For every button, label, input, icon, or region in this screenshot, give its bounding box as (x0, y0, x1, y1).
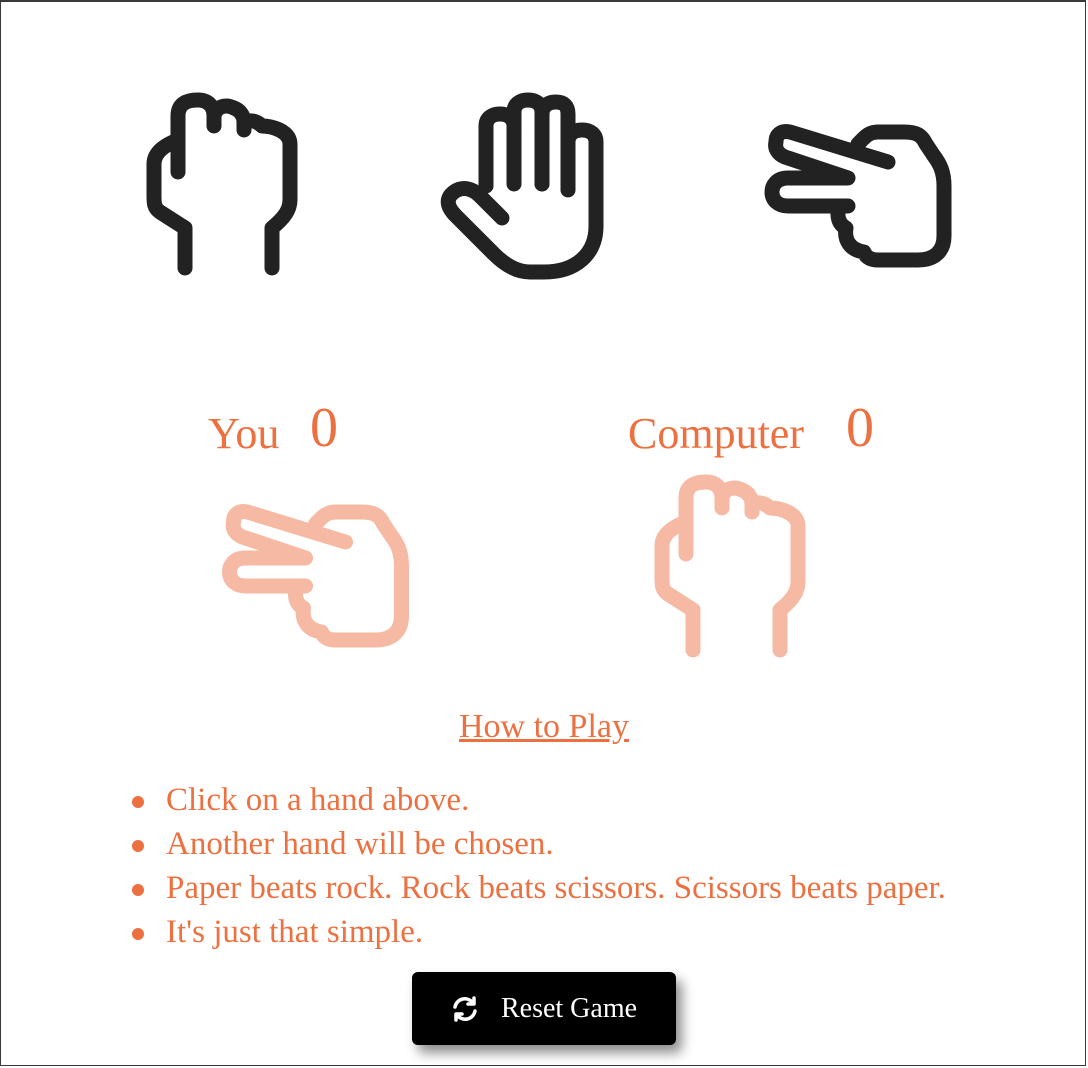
scissors-hand-icon (222, 504, 409, 648)
you-hand-display (215, 490, 420, 660)
rule-item: It's just that simple. (126, 914, 946, 958)
reset-game-label: Reset Game (500, 992, 638, 1024)
refresh-icon (451, 995, 479, 1023)
computer-hand-display (648, 470, 818, 670)
rule-item: Click on a hand above. (126, 782, 946, 826)
you-label: You (208, 409, 280, 458)
how-to-play-heading: How to Play (0, 710, 1088, 744)
paper-hand-icon (440, 92, 604, 280)
computer-score: 0 (846, 397, 874, 459)
scissors-choice-button[interactable] (760, 110, 960, 280)
rule-item: Another hand will be chosen. (126, 826, 946, 870)
you-score: 0 (310, 397, 338, 459)
scissors-hand-icon (764, 124, 952, 268)
rock-hand-icon (146, 92, 298, 276)
reset-game-button[interactable]: Reset Game (412, 972, 676, 1045)
rule-item: Paper beats rock. Rock beats scissors. S… (126, 870, 946, 914)
rock-hand-icon (654, 474, 806, 658)
computer-label: Computer (628, 409, 804, 458)
paper-choice-button[interactable] (432, 88, 622, 288)
how-to-play-link[interactable]: How to Play (459, 708, 629, 745)
rock-choice-button[interactable] (140, 88, 310, 288)
rules-list: Click on a hand above. Another hand will… (126, 782, 946, 958)
